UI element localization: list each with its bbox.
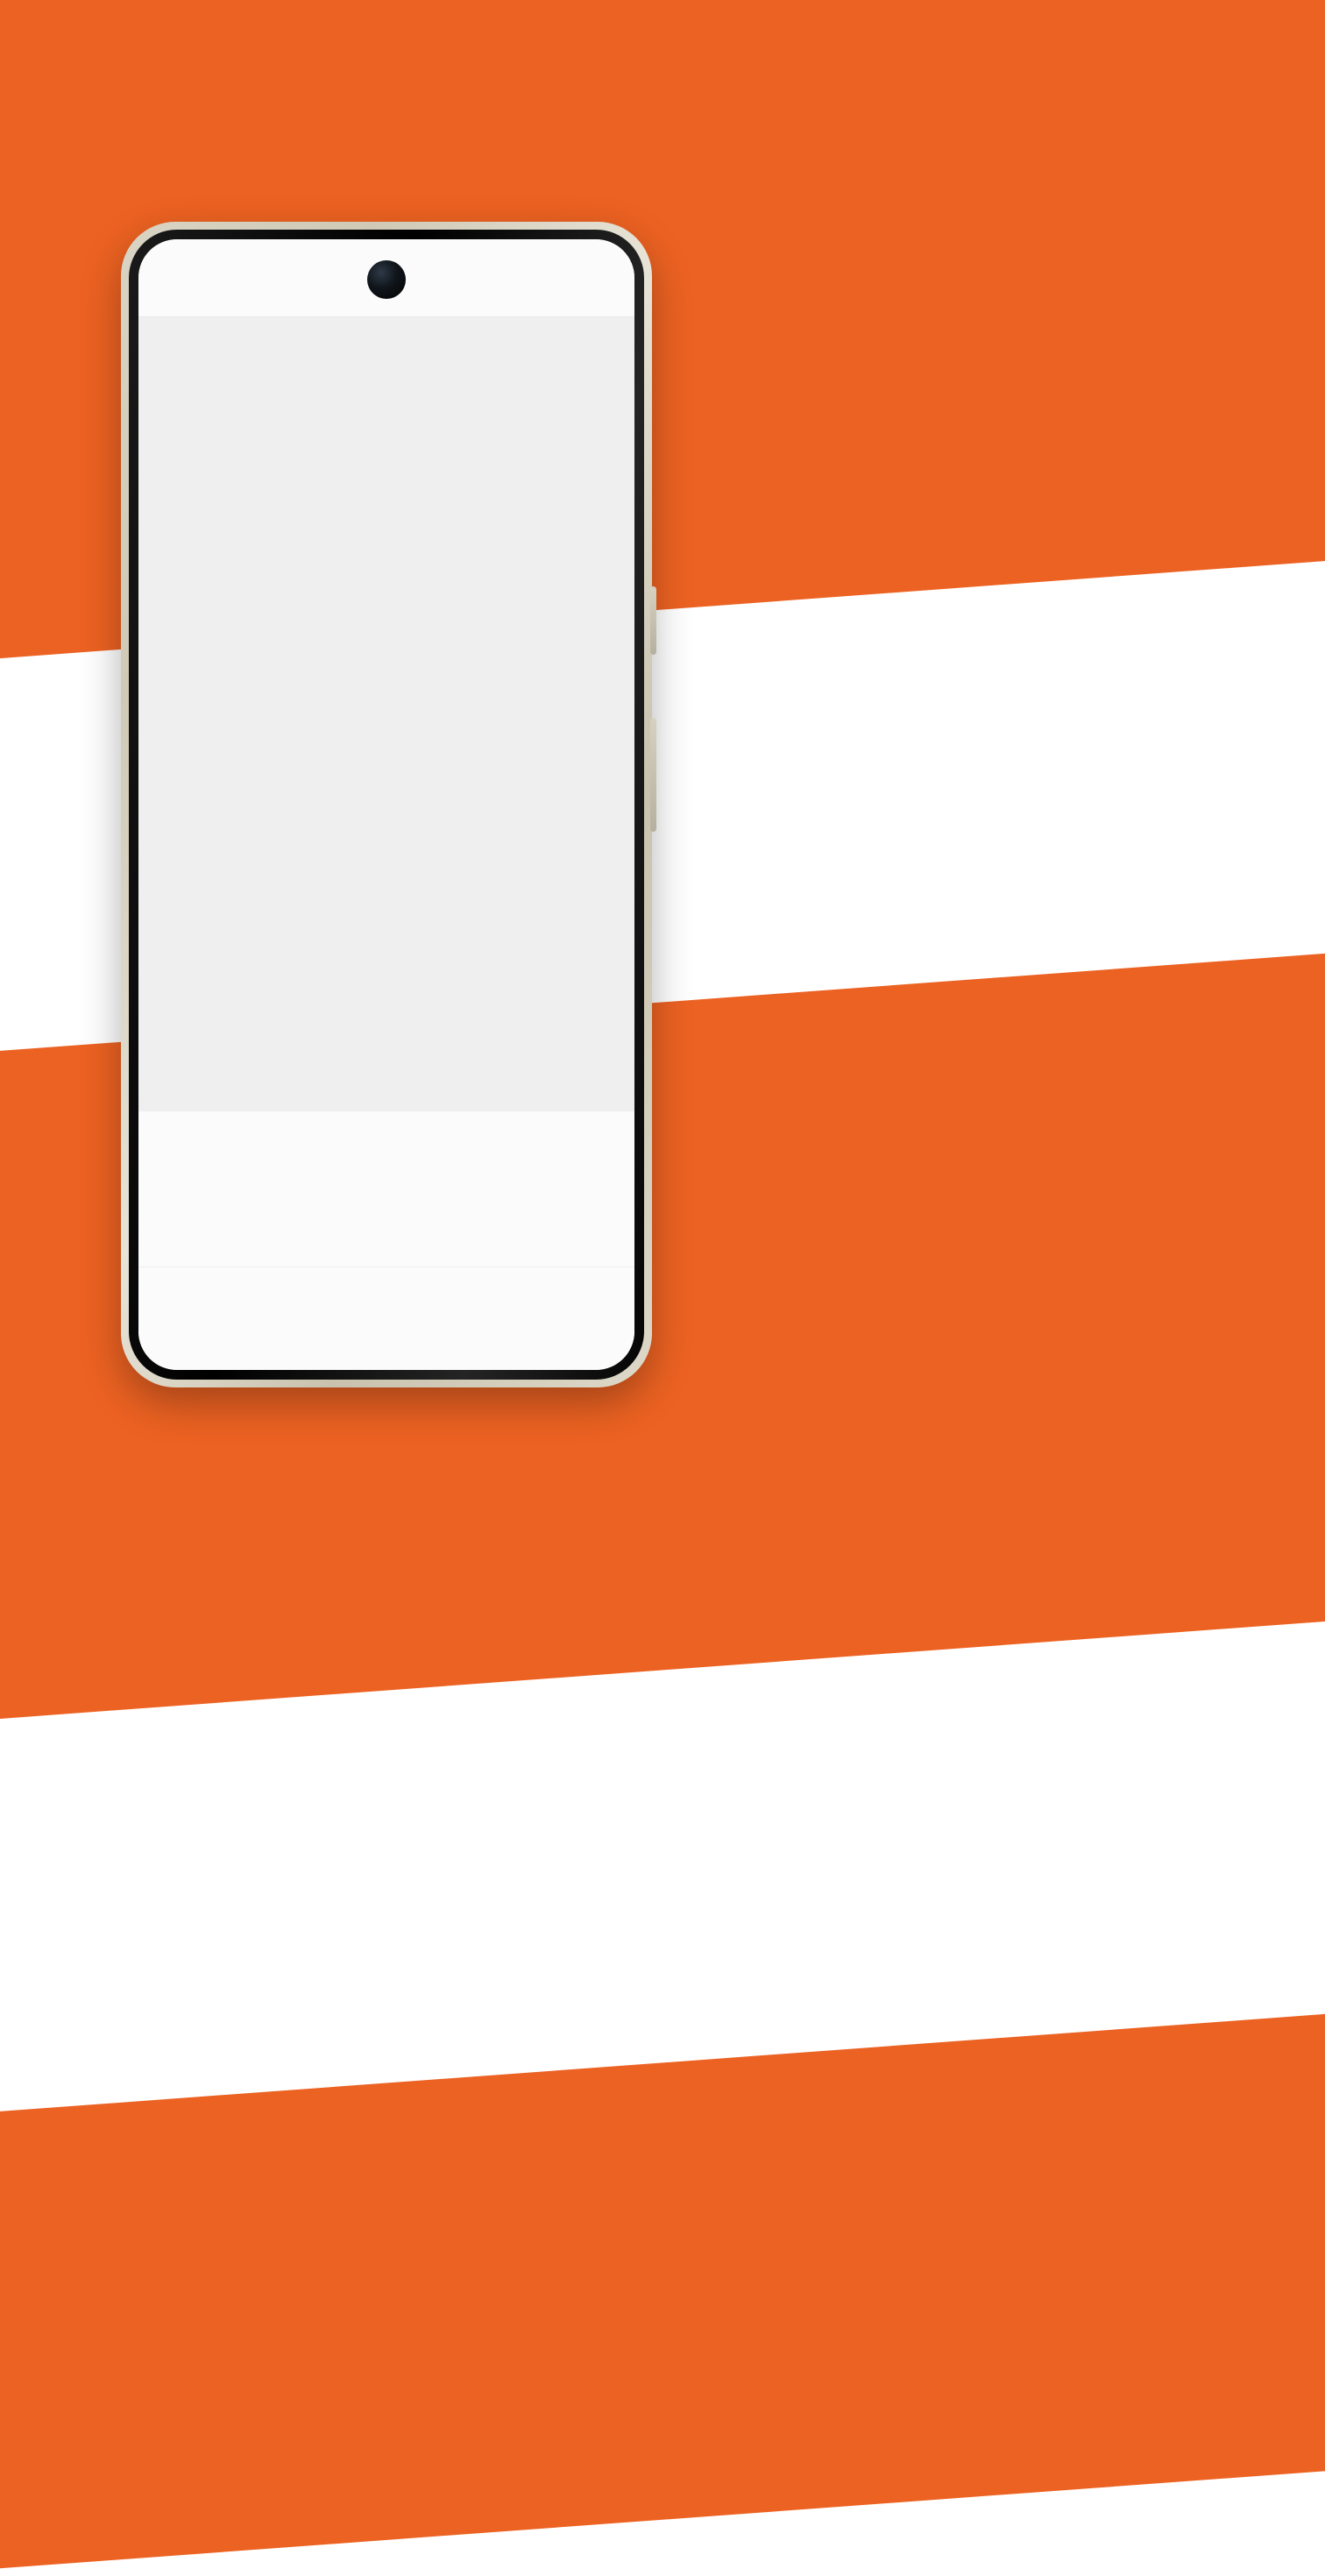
bottom-navigation [138, 1267, 634, 1370]
phone-screen [138, 239, 634, 1370]
phone-mockup [121, 222, 656, 1387]
front-camera-icon [367, 260, 406, 299]
background-band-bottom [0, 2005, 1325, 2576]
phone-power-button[interactable] [650, 586, 656, 655]
phone-volume-button[interactable] [650, 718, 656, 832]
feed-list[interactable] [138, 317, 634, 1111]
